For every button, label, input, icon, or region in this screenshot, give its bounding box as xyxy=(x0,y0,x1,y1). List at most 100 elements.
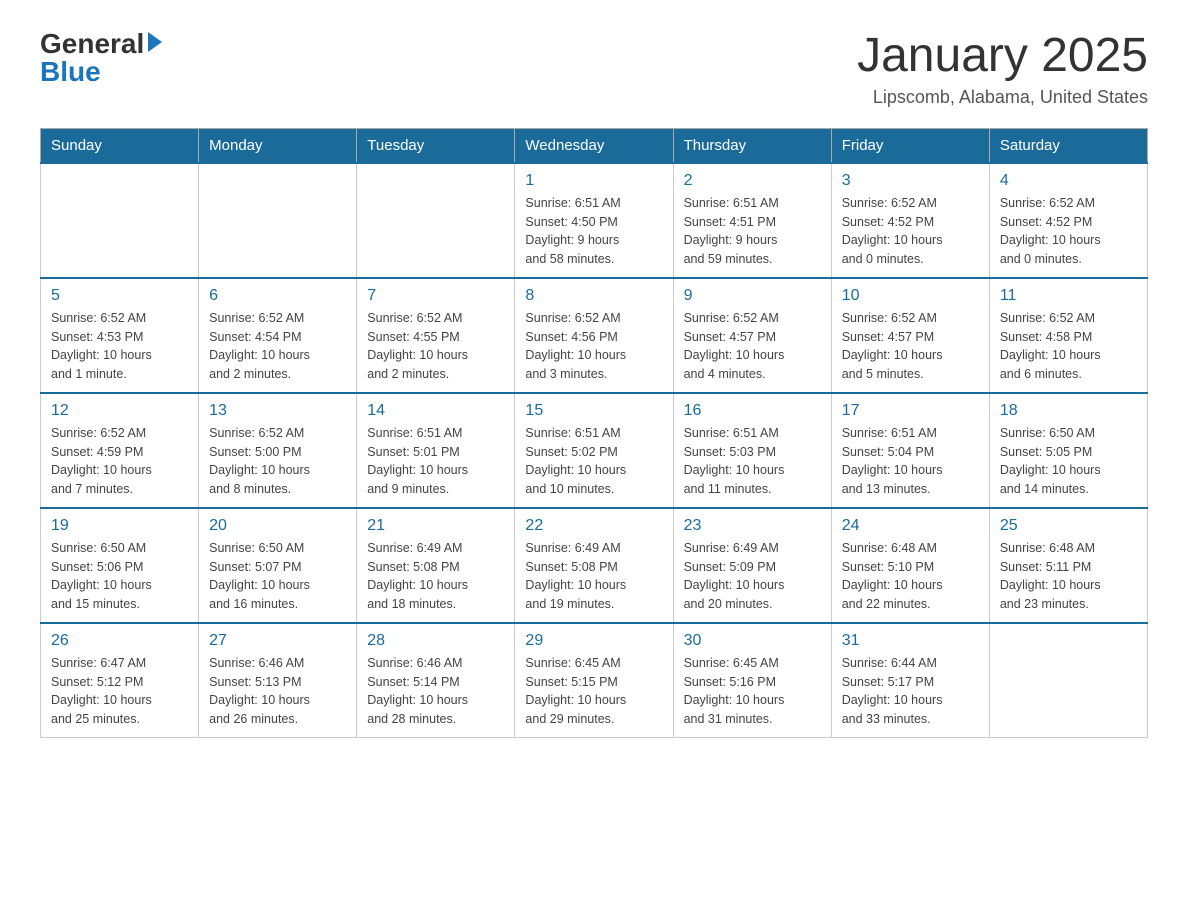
day-number: 3 xyxy=(842,172,979,190)
calendar-header-row: SundayMondayTuesdayWednesdayThursdayFrid… xyxy=(41,128,1148,163)
day-info: Sunrise: 6:50 AM Sunset: 5:05 PM Dayligh… xyxy=(1000,424,1137,499)
day-info: Sunrise: 6:52 AM Sunset: 4:58 PM Dayligh… xyxy=(1000,309,1137,384)
day-of-week-header: Wednesday xyxy=(515,128,673,163)
month-title: January 2025 xyxy=(857,30,1148,83)
day-info: Sunrise: 6:52 AM Sunset: 4:59 PM Dayligh… xyxy=(51,424,188,499)
day-info: Sunrise: 6:52 AM Sunset: 4:55 PM Dayligh… xyxy=(367,309,504,384)
week-row: 5 Sunrise: 6:52 AM Sunset: 4:53 PM Daylig… xyxy=(41,278,1148,393)
day-info: Sunrise: 6:52 AM Sunset: 4:52 PM Dayligh… xyxy=(842,194,979,269)
calendar-cell: 26 Sunrise: 6:47 AM Sunset: 5:12 PM Dayli… xyxy=(41,623,199,738)
calendar-cell: 27Sunrise: 6:46 AM Sunset: 5:13 PM Dayli… xyxy=(199,623,357,738)
calendar-cell: 8 Sunrise: 6:52 AM Sunset: 4:56 PM Daylig… xyxy=(515,278,673,393)
day-info: Sunrise: 6:50 AM Sunset: 5:06 PM Dayligh… xyxy=(51,539,188,614)
calendar-cell xyxy=(989,623,1147,738)
day-number: 10 xyxy=(842,287,979,305)
day-number: 15 xyxy=(525,402,662,420)
day-number: 19 xyxy=(51,517,188,535)
day-info: Sunrise: 6:51 AM Sunset: 4:51 PM Dayligh… xyxy=(684,194,821,269)
location-text: Lipscomb, Alabama, United States xyxy=(857,87,1148,108)
day-info: Sunrise: 6:47 AM Sunset: 5:12 PM Dayligh… xyxy=(51,654,188,729)
day-info: Sunrise: 6:51 AM Sunset: 5:01 PM Dayligh… xyxy=(367,424,504,499)
calendar-cell xyxy=(357,163,515,278)
day-info: Sunrise: 6:48 AM Sunset: 5:10 PM Dayligh… xyxy=(842,539,979,614)
page-header: General Blue January 2025 Lipscomb, Alab… xyxy=(40,30,1148,108)
day-number: 30 xyxy=(684,632,821,650)
day-number: 12 xyxy=(51,402,188,420)
calendar-cell: 11 Sunrise: 6:52 AM Sunset: 4:58 PM Dayli… xyxy=(989,278,1147,393)
day-number: 6 xyxy=(209,287,346,305)
day-info: Sunrise: 6:51 AM Sunset: 5:02 PM Dayligh… xyxy=(525,424,662,499)
day-number: 26 xyxy=(51,632,188,650)
week-row: 26 Sunrise: 6:47 AM Sunset: 5:12 PM Dayli… xyxy=(41,623,1148,738)
calendar-cell: 1 Sunrise: 6:51 AM Sunset: 4:50 PM Daylig… xyxy=(515,163,673,278)
day-of-week-header: Monday xyxy=(199,128,357,163)
day-number: 24 xyxy=(842,517,979,535)
calendar-cell: 13Sunrise: 6:52 AM Sunset: 5:00 PM Dayli… xyxy=(199,393,357,508)
day-of-week-header: Tuesday xyxy=(357,128,515,163)
day-number: 8 xyxy=(525,287,662,305)
day-info: Sunrise: 6:46 AM Sunset: 5:13 PM Dayligh… xyxy=(209,654,346,729)
day-info: Sunrise: 6:52 AM Sunset: 4:57 PM Dayligh… xyxy=(842,309,979,384)
day-number: 4 xyxy=(1000,172,1137,190)
calendar-cell: 22Sunrise: 6:49 AM Sunset: 5:08 PM Dayli… xyxy=(515,508,673,623)
day-info: Sunrise: 6:51 AM Sunset: 5:03 PM Dayligh… xyxy=(684,424,821,499)
day-number: 13 xyxy=(209,402,346,420)
calendar-cell xyxy=(199,163,357,278)
week-row: 19 Sunrise: 6:50 AM Sunset: 5:06 PM Dayli… xyxy=(41,508,1148,623)
day-number: 2 xyxy=(684,172,821,190)
day-number: 5 xyxy=(51,287,188,305)
day-info: Sunrise: 6:52 AM Sunset: 4:53 PM Dayligh… xyxy=(51,309,188,384)
logo-blue-text: Blue xyxy=(40,58,101,86)
calendar-cell: 2 Sunrise: 6:51 AM Sunset: 4:51 PM Daylig… xyxy=(673,163,831,278)
day-info: Sunrise: 6:46 AM Sunset: 5:14 PM Dayligh… xyxy=(367,654,504,729)
day-of-week-header: Saturday xyxy=(989,128,1147,163)
calendar-cell: 31 Sunrise: 6:44 AM Sunset: 5:17 PM Dayli… xyxy=(831,623,989,738)
day-number: 28 xyxy=(367,632,504,650)
calendar-cell: 16Sunrise: 6:51 AM Sunset: 5:03 PM Dayli… xyxy=(673,393,831,508)
calendar-cell: 5 Sunrise: 6:52 AM Sunset: 4:53 PM Daylig… xyxy=(41,278,199,393)
day-number: 23 xyxy=(684,517,821,535)
calendar-cell: 30 Sunrise: 6:45 AM Sunset: 5:16 PM Dayli… xyxy=(673,623,831,738)
day-info: Sunrise: 6:45 AM Sunset: 5:16 PM Dayligh… xyxy=(684,654,821,729)
calendar-cell: 18 Sunrise: 6:50 AM Sunset: 5:05 PM Dayli… xyxy=(989,393,1147,508)
logo-general-text: General xyxy=(40,30,144,58)
week-row: 1 Sunrise: 6:51 AM Sunset: 4:50 PM Daylig… xyxy=(41,163,1148,278)
calendar-cell: 15 Sunrise: 6:51 AM Sunset: 5:02 PM Dayli… xyxy=(515,393,673,508)
calendar-cell: 23 Sunrise: 6:49 AM Sunset: 5:09 PM Dayli… xyxy=(673,508,831,623)
calendar-cell xyxy=(41,163,199,278)
day-number: 1 xyxy=(525,172,662,190)
title-block: January 2025 Lipscomb, Alabama, United S… xyxy=(857,30,1148,108)
day-number: 11 xyxy=(1000,287,1137,305)
logo: General Blue xyxy=(40,30,162,86)
day-info: Sunrise: 6:49 AM Sunset: 5:09 PM Dayligh… xyxy=(684,539,821,614)
day-number: 7 xyxy=(367,287,504,305)
day-number: 31 xyxy=(842,632,979,650)
calendar-cell: 4Sunrise: 6:52 AM Sunset: 4:52 PM Daylig… xyxy=(989,163,1147,278)
day-info: Sunrise: 6:44 AM Sunset: 5:17 PM Dayligh… xyxy=(842,654,979,729)
calendar-cell: 17Sunrise: 6:51 AM Sunset: 5:04 PM Dayli… xyxy=(831,393,989,508)
day-info: Sunrise: 6:52 AM Sunset: 4:54 PM Dayligh… xyxy=(209,309,346,384)
calendar-cell: 3 Sunrise: 6:52 AM Sunset: 4:52 PM Daylig… xyxy=(831,163,989,278)
day-info: Sunrise: 6:50 AM Sunset: 5:07 PM Dayligh… xyxy=(209,539,346,614)
calendar-cell: 28 Sunrise: 6:46 AM Sunset: 5:14 PM Dayli… xyxy=(357,623,515,738)
day-info: Sunrise: 6:52 AM Sunset: 4:57 PM Dayligh… xyxy=(684,309,821,384)
day-number: 21 xyxy=(367,517,504,535)
calendar-cell: 19 Sunrise: 6:50 AM Sunset: 5:06 PM Dayli… xyxy=(41,508,199,623)
calendar-cell: 7 Sunrise: 6:52 AM Sunset: 4:55 PM Daylig… xyxy=(357,278,515,393)
day-number: 29 xyxy=(525,632,662,650)
day-info: Sunrise: 6:48 AM Sunset: 5:11 PM Dayligh… xyxy=(1000,539,1137,614)
day-number: 18 xyxy=(1000,402,1137,420)
day-number: 14 xyxy=(367,402,504,420)
day-info: Sunrise: 6:49 AM Sunset: 5:08 PM Dayligh… xyxy=(367,539,504,614)
calendar-cell: 20Sunrise: 6:50 AM Sunset: 5:07 PM Dayli… xyxy=(199,508,357,623)
day-info: Sunrise: 6:51 AM Sunset: 5:04 PM Dayligh… xyxy=(842,424,979,499)
day-info: Sunrise: 6:51 AM Sunset: 4:50 PM Dayligh… xyxy=(525,194,662,269)
calendar-cell: 29Sunrise: 6:45 AM Sunset: 5:15 PM Dayli… xyxy=(515,623,673,738)
calendar-cell: 21 Sunrise: 6:49 AM Sunset: 5:08 PM Dayli… xyxy=(357,508,515,623)
calendar-cell: 12 Sunrise: 6:52 AM Sunset: 4:59 PM Dayli… xyxy=(41,393,199,508)
logo-arrow-icon xyxy=(148,32,162,52)
day-of-week-header: Sunday xyxy=(41,128,199,163)
day-info: Sunrise: 6:52 AM Sunset: 4:56 PM Dayligh… xyxy=(525,309,662,384)
calendar-cell: 25Sunrise: 6:48 AM Sunset: 5:11 PM Dayli… xyxy=(989,508,1147,623)
calendar-cell: 9Sunrise: 6:52 AM Sunset: 4:57 PM Daylig… xyxy=(673,278,831,393)
